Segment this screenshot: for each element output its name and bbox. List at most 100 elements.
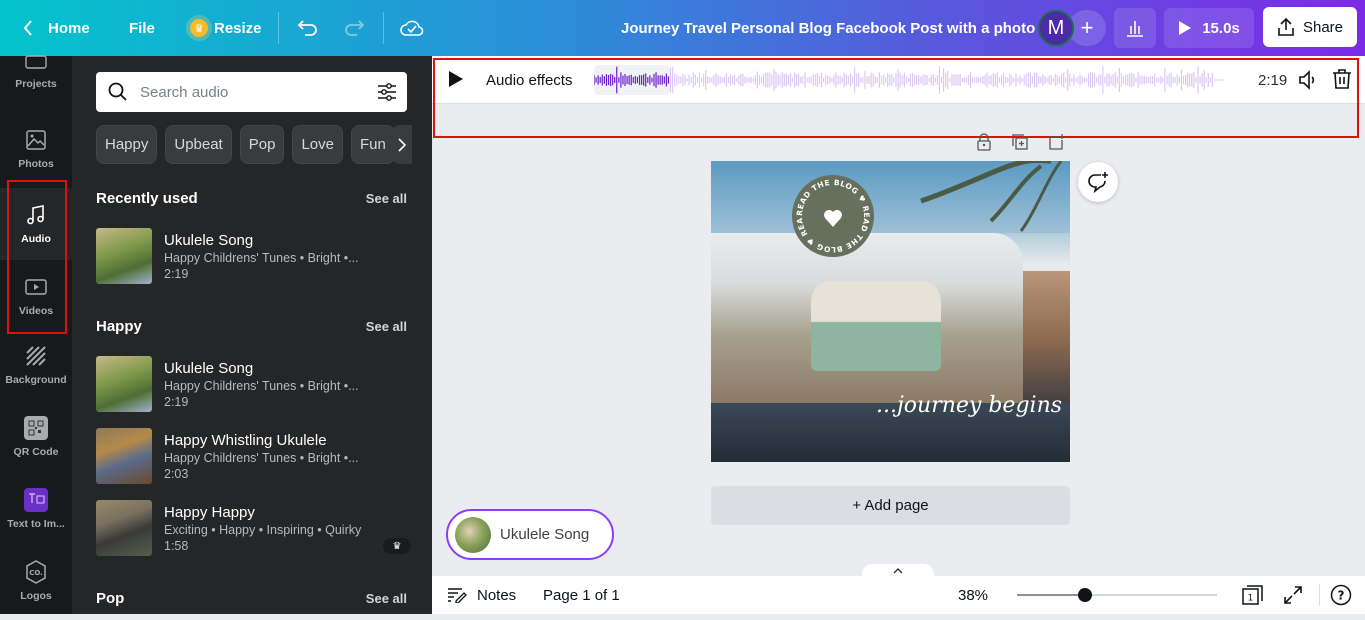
section-title: Happy <box>96 318 142 335</box>
zoom-level[interactable]: 38% <box>958 576 988 614</box>
trash-icon[interactable] <box>1332 68 1352 90</box>
decorative-lines <box>920 161 1063 232</box>
redo-button[interactable] <box>343 0 365 56</box>
see-all-link[interactable]: See all <box>366 319 407 334</box>
upload-icon <box>1278 17 1294 36</box>
music-note-icon <box>24 203 48 227</box>
duplicate-page-icon[interactable] <box>1011 133 1029 151</box>
design-title[interactable]: Journey Travel Personal Blog Facebook Po… <box>621 0 1035 56</box>
category-chips: Happy Upbeat Pop Love Fun <box>96 125 395 164</box>
chip-fun[interactable]: Fun <box>350 125 395 164</box>
cloud-check-icon <box>400 20 424 36</box>
search-icon <box>108 82 127 101</box>
chevron-left-icon <box>23 20 32 36</box>
chip-love[interactable]: Love <box>292 125 343 164</box>
chips-next-button[interactable] <box>392 125 412 164</box>
add-page-icon[interactable] <box>1047 133 1065 151</box>
audio-waveform[interactable] <box>594 65 1224 95</box>
undo-button[interactable] <box>297 0 319 56</box>
share-button[interactable]: Share <box>1263 7 1357 47</box>
fullscreen-button[interactable] <box>1283 576 1303 614</box>
rail-item-qr-code[interactable]: QR Code <box>0 416 72 476</box>
track-item[interactable]: Happy Whistling Ukulele Happy Childrens'… <box>96 428 407 484</box>
track-item[interactable]: Happy Happy Exciting • Happy • Inspiring… <box>96 500 411 556</box>
journey-begins-text: ...journey begins <box>876 393 1063 418</box>
rail-item-videos[interactable]: Videos <box>0 260 72 332</box>
file-menu[interactable]: File <box>129 0 155 56</box>
home-label: Home <box>48 19 90 37</box>
add-page-button[interactable]: + Add page <box>711 486 1070 525</box>
zoom-slider[interactable] <box>1017 588 1217 602</box>
rail-item-text-to-image[interactable]: Text to Im... <box>0 488 72 548</box>
section-title: Pop <box>96 590 125 607</box>
image-icon <box>24 128 48 152</box>
notes-icon <box>448 588 467 603</box>
chip-pop[interactable]: Pop <box>239 125 285 164</box>
track-duration: 2:19 <box>164 266 189 281</box>
crown-icon: ♛ <box>190 19 208 37</box>
add-comment-button[interactable] <box>1078 162 1118 202</box>
track-item[interactable]: Ukulele Song Happy Childrens' Tunes • Br… <box>96 228 407 284</box>
avatar[interactable]: M <box>1038 10 1074 46</box>
resize-label: Resize <box>214 19 262 37</box>
rail-item-projects[interactable]: Projects <box>0 55 72 104</box>
bar-chart-icon <box>1127 21 1143 37</box>
chevron-up-icon <box>893 568 903 574</box>
rail-label: Photos <box>18 158 54 170</box>
search-input[interactable] <box>140 83 360 101</box>
rail-label: Background <box>5 374 67 386</box>
track-thumbnail <box>96 428 152 484</box>
present-play-button[interactable]: 15.0s <box>1164 8 1254 48</box>
zoom-slider-thumb[interactable] <box>1078 588 1092 602</box>
audio-effects-label[interactable]: Audio effects <box>486 56 572 104</box>
volume-icon[interactable] <box>1298 69 1320 91</box>
help-button[interactable]: ? <box>1330 576 1352 614</box>
design-canvas[interactable]: READ THE BLOG ♥ READ THE BLOG ♥ READ THE… <box>711 161 1070 462</box>
track-item[interactable]: Ukulele Song Happy Childrens' Tunes • Br… <box>96 356 407 412</box>
rail-item-audio[interactable]: Audio <box>0 188 72 260</box>
track-name: Ukulele Song <box>164 231 254 249</box>
rail-label: QR Code <box>13 446 59 458</box>
expand-icon <box>1284 586 1302 604</box>
filter-sliders-icon[interactable] <box>377 82 397 102</box>
read-the-blog-badge: READ THE BLOG ♥ READ THE BLOG ♥ READ THE… <box>792 175 874 257</box>
track-meta: Happy Childrens' Tunes • Bright •... <box>164 250 359 265</box>
comment-plus-icon <box>1088 172 1108 193</box>
save-status-button[interactable] <box>400 0 424 56</box>
audio-track-chip[interactable]: Ukulele Song <box>446 509 614 560</box>
logo-hexagon-icon: CO. <box>24 560 48 584</box>
see-all-link[interactable]: See all <box>366 591 407 606</box>
audio-timeline-bar: Audio effects 2:19 <box>432 56 1365 104</box>
home-button[interactable]: Home <box>22 0 90 56</box>
rail-label: Logos <box>20 590 52 602</box>
insights-button[interactable] <box>1114 8 1156 48</box>
notes-button[interactable]: Notes <box>447 576 516 614</box>
divider <box>383 12 384 44</box>
chip-happy[interactable]: Happy <box>96 125 158 164</box>
track-thumbnail <box>96 228 152 284</box>
audio-panel: Happy Upbeat Pop Love Fun Recently used … <box>72 56 432 614</box>
rail-item-logos[interactable]: CO. Logos <box>0 560 72 620</box>
track-name: Ukulele Song <box>164 359 254 377</box>
see-all-link[interactable]: See all <box>366 191 407 206</box>
page-tools <box>975 133 1065 151</box>
rail-label: Text to Im... <box>7 518 65 530</box>
svg-text:CO.: CO. <box>29 569 43 577</box>
section-title: Recently used <box>96 190 198 207</box>
play-icon <box>1179 21 1192 35</box>
audio-play-icon[interactable] <box>448 70 464 88</box>
page-count-button[interactable]: 1 <box>1242 576 1264 614</box>
track-thumbnail <box>96 500 152 556</box>
zoom-slider-fill <box>1017 594 1085 596</box>
text-to-image-icon <box>24 488 48 512</box>
audio-track-thumbnail <box>455 516 491 553</box>
chip-upbeat[interactable]: Upbeat <box>165 125 232 164</box>
vertical-scrollbar[interactable] <box>1350 105 1365 560</box>
track-name: Happy Whistling Ukulele <box>164 431 327 449</box>
resize-button[interactable]: ♛ Resize <box>190 0 262 56</box>
rail-item-background[interactable]: Background <box>0 344 72 404</box>
video-icon <box>24 275 48 299</box>
track-meta: Exciting • Happy • Inspiring • Quirky <box>164 522 362 537</box>
rail-item-photos[interactable]: Photos <box>0 128 72 188</box>
lock-icon[interactable] <box>975 133 993 151</box>
